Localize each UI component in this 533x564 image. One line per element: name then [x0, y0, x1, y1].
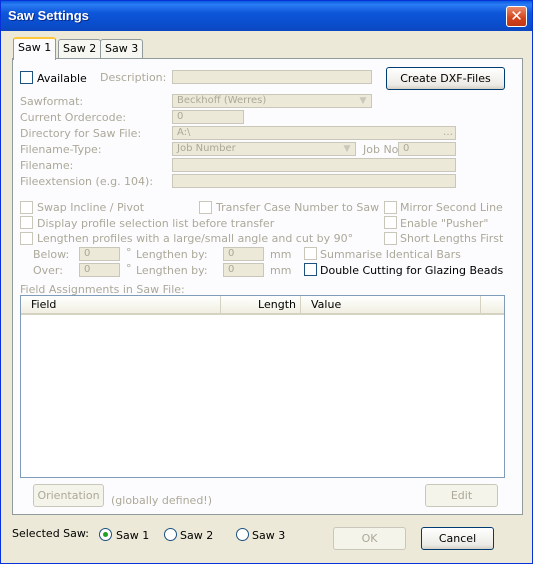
below-field: 0	[79, 247, 120, 261]
field-assignments-list[interactable]: Field Length Value	[20, 295, 505, 478]
directory-label: Directory for Saw File:	[20, 127, 142, 140]
sawformat-select: Beckhoff (Werres) ▼	[172, 94, 372, 108]
filename-type-label: Filename-Type:	[20, 143, 102, 156]
swap-incline-checkbox	[20, 201, 33, 214]
radio-selected-dot	[103, 532, 108, 537]
enable-pusher-label: Enable "Pusher"	[400, 217, 489, 230]
saw-1-radio[interactable]	[99, 528, 112, 541]
ordercode-label: Current Ordercode:	[20, 111, 127, 124]
double-cutting-label: Double Cutting for Glazing Beads	[320, 264, 504, 277]
display-profile-label: Display profile selection list before tr…	[37, 217, 275, 230]
column-length[interactable]: Length	[221, 296, 301, 313]
tab-saw-1[interactable]: Saw 1	[13, 37, 57, 60]
lengthen-profiles-checkbox	[20, 232, 33, 245]
chevron-down-icon: ▼	[359, 96, 367, 106]
description-label: Description:	[100, 71, 167, 84]
summarise-bars-checkbox	[304, 247, 317, 260]
cancel-button[interactable]: Cancel	[421, 527, 494, 550]
transfer-case-label: Transfer Case Number to Saw	[216, 201, 380, 214]
saw-3-radio-label: Saw 3	[252, 529, 286, 542]
lengthen-by-over-label: Lengthen by:	[136, 264, 208, 277]
saw-1-radio-label: Saw 1	[116, 529, 150, 542]
title-bar[interactable]: Saw Settings ✕	[1, 1, 532, 31]
window-title: Saw Settings	[8, 8, 89, 23]
mirror-second-line-checkbox	[384, 201, 397, 214]
directory-value: A:\	[177, 127, 191, 138]
lengthen-by-below-label: Lengthen by:	[136, 248, 208, 261]
saw-2-radio-label: Saw 2	[180, 529, 214, 542]
over-degree-unit: °	[126, 262, 132, 275]
saw-3-radio[interactable]	[236, 528, 249, 541]
short-lengths-checkbox	[384, 232, 397, 245]
directory-field: A:\ …	[172, 126, 456, 140]
filename-type-value: Job Number	[177, 143, 236, 154]
below-label: Below:	[33, 248, 70, 261]
double-cutting-checkbox[interactable]	[304, 263, 317, 276]
filename-field	[172, 158, 456, 172]
lengthen-profiles-label: Lengthen profiles with a large/small ang…	[37, 232, 354, 245]
chevron-down-icon: ▼	[343, 144, 351, 154]
orientation-button[interactable]: Orientation	[33, 484, 104, 507]
swap-incline-label: Swap Incline / Pivot	[37, 201, 145, 214]
tab-saw-3[interactable]: Saw 3	[100, 39, 144, 59]
create-dxf-files-button[interactable]: Create DXF-Files	[386, 67, 505, 90]
lengthen-by-over-unit: mm	[270, 264, 292, 277]
fileextension-field	[172, 174, 456, 188]
list-header: Field Length Value	[21, 296, 504, 315]
ordercode-field: 0	[172, 110, 244, 124]
short-lengths-label: Short Lengths First	[400, 232, 504, 245]
fileextension-label: Fileextension (e.g. 104):	[20, 175, 154, 188]
description-field	[172, 70, 372, 84]
selected-saw-label: Selected Saw:	[12, 527, 90, 540]
jobno-label: Job No	[363, 143, 399, 156]
edit-button[interactable]: Edit	[425, 484, 498, 507]
mirror-second-line-label: Mirror Second Line	[400, 201, 503, 214]
lengthen-by-over-field: 0	[223, 263, 264, 277]
lengthen-by-below-unit: mm	[270, 248, 292, 261]
display-profile-checkbox	[20, 216, 33, 229]
available-label: Available	[37, 72, 87, 85]
jobno-field: 0	[398, 142, 456, 156]
over-label: Over:	[33, 264, 63, 277]
below-degree-unit: °	[126, 246, 132, 259]
column-value[interactable]: Value	[301, 296, 481, 313]
filename-label: Filename:	[20, 159, 74, 172]
summarise-bars-label: Summarise Identical Bars	[320, 248, 461, 261]
available-checkbox[interactable]	[20, 71, 33, 84]
orientation-note: (globally defined!)	[111, 494, 213, 507]
ok-button[interactable]: OK	[333, 527, 406, 550]
saw-settings-dialog: Saw Settings ✕ Saw 1 Saw 2 Saw 3 Availab…	[0, 0, 533, 564]
column-field[interactable]: Field	[21, 296, 221, 313]
close-icon[interactable]: ✕	[506, 6, 527, 27]
sawformat-value: Beckhoff (Werres)	[177, 95, 267, 106]
enable-pusher-checkbox	[384, 216, 397, 229]
transfer-case-checkbox	[199, 201, 212, 214]
over-field: 0	[79, 263, 120, 277]
saw-2-radio[interactable]	[164, 528, 177, 541]
sawformat-label: Sawformat:	[20, 95, 84, 108]
tab-saw-2[interactable]: Saw 2	[58, 39, 102, 59]
lengthen-by-below-field: 0	[223, 247, 264, 261]
filename-type-select: Job Number ▼	[172, 142, 356, 156]
browse-icon: …	[443, 127, 453, 138]
